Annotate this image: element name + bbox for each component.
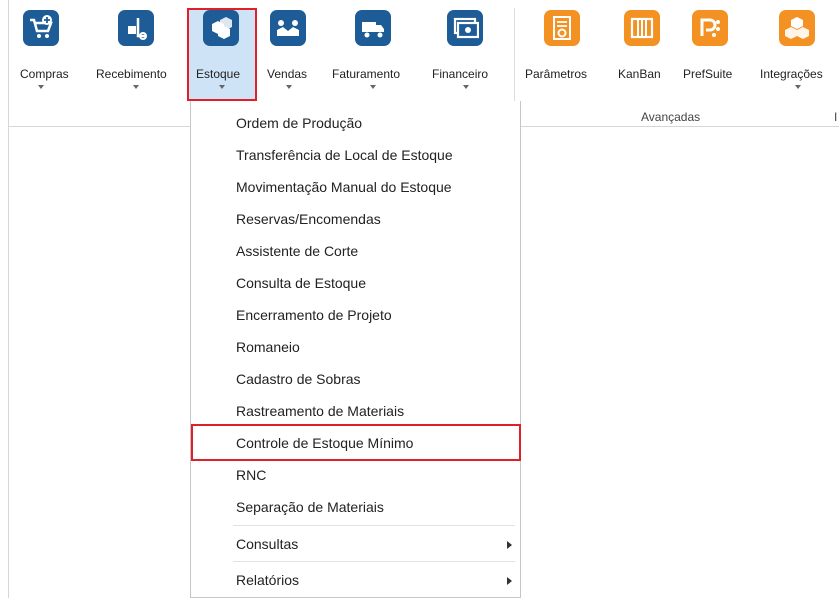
truck-icon: [355, 10, 391, 46]
chevron-down-icon: [286, 85, 292, 89]
menu-item-separacao-materiais[interactable]: Separação de Materiais: [236, 499, 384, 515]
chevron-down-icon: [463, 85, 469, 89]
menu-separator: [233, 561, 515, 562]
menu-separator: [233, 525, 515, 526]
menu-item-assistente-corte[interactable]: Assistente de Corte: [236, 243, 358, 259]
ribbon-label: Compras: [20, 67, 69, 81]
menu-item-movimentacao-manual[interactable]: Movimentação Manual do Estoque: [236, 179, 452, 195]
settings-doc-icon: [544, 10, 580, 46]
kanban-icon: [624, 10, 660, 46]
menu-item-transferencia-local[interactable]: Transferência de Local de Estoque: [236, 147, 453, 163]
menu-item-cadastro-sobras[interactable]: Cadastro de Sobras: [236, 371, 361, 387]
ribbon-button-faturamento[interactable]: Faturamento: [330, 10, 420, 100]
ribbon-button-parametros[interactable]: Parâmetros: [522, 10, 606, 100]
ribbon-button-integracoes[interactable]: Integrações: [754, 10, 839, 100]
ribbon-button-kanban[interactable]: KanBan: [615, 10, 665, 100]
ribbon-button-prefsuite[interactable]: PrefSuite: [680, 10, 740, 100]
ribbon-label: Integrações: [760, 67, 823, 81]
ribbon-label: Faturamento: [332, 67, 401, 81]
menu-item-encerramento-projeto[interactable]: Encerramento de Projeto: [236, 307, 392, 323]
ribbon-button-compras[interactable]: Compras: [16, 10, 69, 100]
app-window: Compras Recebimento Estoque Vendas Fatur…: [0, 0, 839, 598]
ribbon-group-label-partial: I: [834, 110, 838, 124]
hand-truck-icon: [118, 10, 154, 46]
cart-plus-icon: [23, 10, 59, 46]
chevron-down-icon: [795, 85, 801, 89]
chevron-down-icon: [219, 85, 225, 89]
menu-item-rnc[interactable]: RNC: [236, 467, 266, 483]
chevron-down-icon: [370, 85, 376, 89]
ribbon-button-estoque[interactable]: Estoque: [189, 10, 255, 99]
ribbon-button-vendas[interactable]: Vendas: [262, 10, 312, 100]
ribbon-label: KanBan: [618, 67, 661, 81]
chevron-down-icon: [38, 85, 44, 89]
boxes-icon: [203, 10, 239, 46]
ribbon-label: Recebimento: [96, 67, 167, 81]
ribbon-button-financeiro[interactable]: Financeiro: [428, 10, 508, 100]
ribbon-group-label: Avançadas: [641, 110, 701, 124]
menu-item-ordem-producao[interactable]: Ordem de Produção: [236, 115, 362, 131]
submenu-relatorios[interactable]: Relatórios: [236, 572, 299, 588]
window-left-border: [8, 0, 9, 598]
ribbon-label: Parâmetros: [525, 67, 588, 81]
chevron-right-icon: [507, 541, 512, 549]
menu-item-controle-estoque-minimo[interactable]: Controle de Estoque Mínimo: [236, 435, 413, 451]
prefsuite-icon: [692, 10, 728, 46]
ribbon-button-recebimento[interactable]: Recebimento: [92, 10, 182, 100]
menu-item-consulta-estoque[interactable]: Consulta de Estoque: [236, 275, 366, 291]
money-icon: [447, 10, 483, 46]
ribbon-label: Vendas: [267, 67, 308, 81]
menu-item-romaneio[interactable]: Romaneio: [236, 339, 300, 355]
estoque-dropdown-menu: Ordem de Produção Transferência de Local…: [190, 101, 521, 598]
integration-boxes-icon: [779, 10, 815, 46]
menu-item-rastreamento-materiais[interactable]: Rastreamento de Materiais: [236, 403, 404, 419]
chevron-down-icon: [133, 85, 139, 89]
ribbon-label: Financeiro: [432, 67, 489, 81]
ribbon-label: Estoque: [196, 67, 241, 81]
submenu-consultas[interactable]: Consultas: [236, 536, 298, 552]
menu-item-reservas-encomendas[interactable]: Reservas/Encomendas: [236, 211, 381, 227]
handshake-icon: [270, 10, 306, 46]
chevron-right-icon: [507, 577, 512, 585]
ribbon-label: PrefSuite: [683, 67, 733, 81]
